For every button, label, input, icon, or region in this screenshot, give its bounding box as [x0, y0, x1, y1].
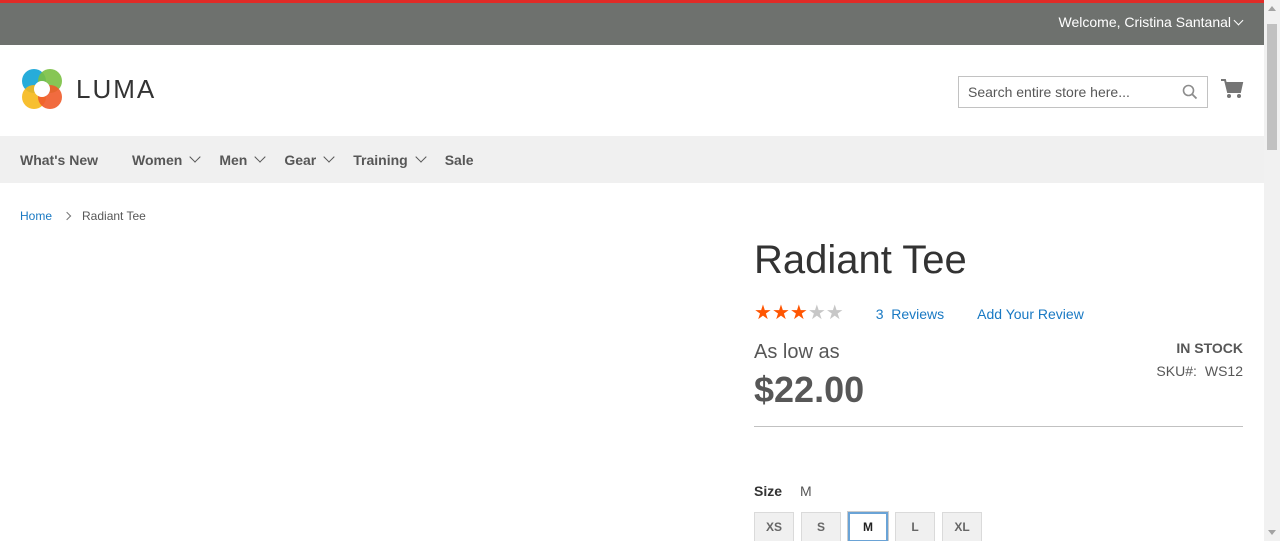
divider	[754, 426, 1243, 427]
top-bar: Welcome, Cristina Santanal	[0, 0, 1264, 45]
star-icon: ★	[807, 302, 826, 324]
nav-item-label: Sale	[444, 151, 474, 168]
nav-item-label: Training	[353, 151, 408, 168]
nav-item-sale[interactable]: Sale	[445, 152, 474, 168]
search-input[interactable]: Search entire store here...	[958, 76, 1208, 108]
reviews-label: Reviews	[891, 305, 945, 322]
minicart-button[interactable]	[1220, 78, 1244, 105]
breadcrumb: Home Radiant Tee	[20, 209, 146, 223]
star-icon: ★	[771, 302, 790, 324]
breadcrumb-home-link[interactable]: Home	[20, 209, 52, 223]
welcome-text: Welcome, Cristina Santanal	[1058, 14, 1231, 30]
nav-item-label: Women	[132, 151, 183, 168]
luma-logo-icon	[22, 69, 62, 109]
nav-item-training[interactable]: Training	[353, 151, 427, 168]
star-icon: ★	[789, 302, 808, 324]
size-swatches: XS S M L XL	[754, 511, 982, 541]
size-swatch-xl[interactable]: XL	[942, 512, 982, 541]
nav-item-women[interactable]: Women	[132, 151, 201, 168]
nav-item-label: Gear	[284, 151, 317, 168]
size-swatch-s[interactable]: S	[801, 512, 841, 541]
product-sku: SKU#: WS12	[1156, 363, 1243, 379]
sku-value: WS12	[1204, 363, 1243, 379]
scrollbar-thumb[interactable]	[1267, 24, 1277, 150]
product-price: $22.00	[754, 369, 865, 410]
star-icon: ★	[754, 302, 772, 324]
nav-item-label: Men	[219, 151, 248, 168]
size-swatch-l[interactable]: L	[895, 512, 935, 541]
stock-status: IN STOCK	[1176, 340, 1243, 356]
chevron-down-icon	[1233, 15, 1244, 25]
search-placeholder: Search entire store here...	[968, 84, 1130, 100]
header: LUMA Search entire store here...	[0, 45, 1264, 136]
reviews-count: 3	[875, 305, 884, 322]
star-icon: ★	[825, 302, 844, 324]
add-review-link[interactable]: Add Your Review	[977, 306, 1084, 322]
size-selected-value: M	[800, 483, 812, 499]
logo[interactable]: LUMA	[20, 67, 156, 111]
chevron-down-icon	[415, 151, 427, 163]
nav-item-men[interactable]: Men	[219, 151, 266, 168]
reviews-link[interactable]: 3 Reviews	[876, 306, 944, 322]
chevron-down-icon	[189, 151, 201, 163]
scroll-down-icon[interactable]	[1268, 530, 1276, 535]
rating-stars: ★★★★★	[754, 303, 844, 324]
size-swatch-xs[interactable]: XS	[754, 512, 794, 541]
chevron-down-icon	[323, 151, 335, 163]
cart-icon	[1221, 79, 1244, 98]
chevron-right-icon	[62, 211, 72, 221]
main-navigation: What's New Women Men Gear Training Sale	[0, 136, 1264, 183]
sku-label: SKU#:	[1156, 363, 1197, 379]
price-label: As low as	[754, 341, 840, 363]
search-icon[interactable]	[1182, 84, 1198, 100]
chevron-down-icon	[254, 151, 266, 163]
product-rating: ★★★★★ 3 Reviews Add Your Review	[754, 303, 1084, 324]
nav-item-whats-new[interactable]: What's New	[20, 152, 98, 168]
nav-item-gear[interactable]: Gear	[284, 151, 335, 168]
size-label: Size	[754, 483, 783, 499]
page-scrollbar[interactable]	[1264, 0, 1280, 541]
size-swatch-m[interactable]: M	[847, 511, 889, 541]
logo-text: LUMA	[76, 73, 157, 104]
product-title: Radiant Tee	[754, 238, 967, 282]
breadcrumb-current: Radiant Tee	[82, 209, 146, 223]
size-attribute: Size M	[754, 483, 812, 499]
customer-menu-toggle[interactable]: Welcome, Cristina Santanal	[1058, 14, 1244, 30]
scroll-up-icon[interactable]	[1268, 6, 1276, 11]
nav-item-label: What's New	[20, 151, 99, 168]
